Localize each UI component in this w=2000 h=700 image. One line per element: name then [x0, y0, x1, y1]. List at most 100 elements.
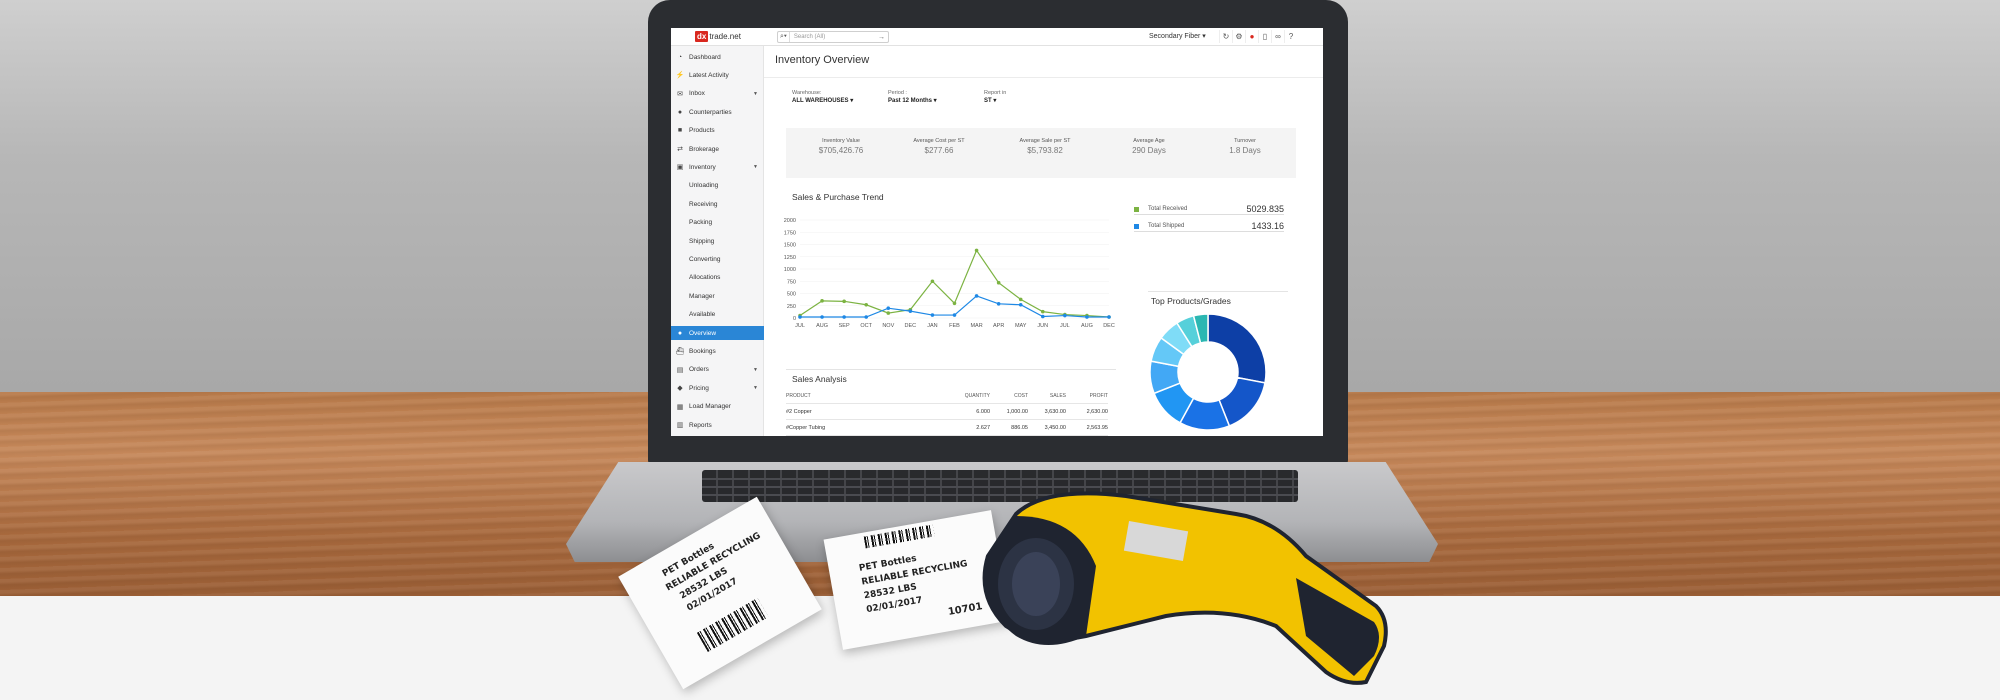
global-search[interactable]: ⌕▾ Search (All) → — [777, 31, 889, 43]
user-icon: ● — [677, 108, 683, 116]
filter-period[interactable]: Period : Past 12 Months ▾ — [888, 90, 937, 104]
data-point — [1085, 315, 1089, 319]
x-tick-label: JAN — [927, 323, 937, 329]
chevron-down-icon[interactable]: ▼ — [753, 385, 758, 391]
sidebar-item-packing[interactable]: Packing — [671, 216, 764, 230]
chevron-down-icon[interactable]: ▼ — [753, 164, 758, 170]
sidebar-item-label: Shipping — [689, 237, 715, 245]
search-go-arrow-icon[interactable]: → — [878, 34, 888, 41]
sidebar-item-receiving[interactable]: Receiving — [671, 197, 764, 211]
refresh-icon[interactable]: ↻ — [1219, 30, 1232, 43]
legend-value: 5029.835 — [1246, 204, 1284, 214]
y-tick-label: 1000 — [784, 267, 796, 273]
notifications-icon[interactable]: ● — [1245, 30, 1258, 43]
data-point — [1040, 314, 1045, 319]
filter-warehouse[interactable]: Warehouse: ALL WAREHOUSES ▾ — [792, 90, 853, 104]
table-cell: 1,000.00 — [1006, 408, 1028, 415]
table-cell: #2 Copper — [786, 408, 812, 415]
filter-value[interactable]: Past 12 Months ▾ — [888, 97, 937, 104]
y-tick-label: 750 — [787, 279, 796, 285]
sidebar-item-label: Allocations — [689, 274, 721, 282]
table-cell: 2.627 — [976, 424, 990, 431]
sidebar-item-converting[interactable]: Converting — [671, 252, 764, 266]
sales-analysis-title: Sales Analysis — [792, 374, 847, 384]
data-point — [908, 309, 913, 313]
inbox-icon: ✉ — [677, 90, 683, 98]
sidebar-item-label: Bookings — [689, 347, 716, 355]
legend-label: Total Shipped — [1148, 223, 1185, 229]
table-header: PRODUCT QUANTITY COST SALES PROFIT — [786, 388, 1108, 404]
page-title: Inventory Overview — [775, 54, 870, 66]
filter-report-unit[interactable]: Report in ST ▾ — [984, 90, 1006, 104]
sidebar-item-inbox[interactable]: ✉ Inbox ▼ — [671, 87, 764, 101]
search-input[interactable]: Search (All) — [790, 34, 878, 40]
table-row[interactable]: #Copper Tubing 2.627 886.05 3,450.00 2,563.9… — [786, 420, 1108, 436]
table-cell: 3,630.00 — [1044, 408, 1066, 415]
x-tick-label: JUL — [795, 323, 805, 329]
y-tick-label: 1750 — [784, 230, 796, 236]
kpi-value: $705,426.76 — [818, 146, 864, 155]
kpi-label: Turnover — [1234, 138, 1256, 144]
sidebar-item-pricing[interactable]: ◆ Pricing ▼ — [671, 381, 764, 395]
column-header[interactable]: SALES — [1028, 393, 1066, 399]
kpi-value: $277.66 — [924, 146, 954, 155]
sidebar-item-bookings[interactable]: ⛴ Bookings — [671, 344, 764, 358]
column-header[interactable]: PROFIT — [1066, 393, 1108, 399]
data-point — [842, 299, 846, 304]
column-header[interactable]: QUANTITY — [952, 393, 990, 399]
gear-icon[interactable]: ⚙ — [1232, 30, 1245, 43]
trash-icon[interactable]: ▯ — [1258, 30, 1271, 43]
data-point — [886, 306, 891, 310]
chart-icon: ▥ — [676, 422, 684, 429]
sidebar-item-orders[interactable]: ▤ Orders ▼ — [671, 363, 764, 377]
x-tick-label: FEB — [949, 323, 960, 329]
sidebar-item-latest-activity[interactable]: ⚡ Latest Activity — [671, 68, 764, 82]
x-tick-label: APR — [993, 323, 1004, 329]
sidebar-item-available[interactable]: Available — [671, 308, 764, 322]
chevron-down-icon[interactable]: ▼ — [753, 91, 758, 97]
filter-value[interactable]: ST ▾ — [984, 97, 1006, 104]
sidebar-item-allocations[interactable]: Allocations — [671, 271, 764, 285]
data-point — [996, 280, 1001, 285]
filter-value[interactable]: ALL WAREHOUSES ▾ — [792, 97, 853, 104]
x-tick-label: AUG — [1081, 323, 1093, 329]
sidebar-nav: ◔ Dashboard ⚡ Latest Activity ✉ Inbox ▼ ● Counte… — [671, 46, 764, 436]
chevron-down-icon[interactable]: ▼ — [753, 367, 758, 373]
donut-slice[interactable] — [1207, 313, 1267, 384]
sidebar-item-label: Converting — [689, 255, 721, 263]
sidebar-item-inventory[interactable]: ▣ Inventory ▼ — [671, 160, 764, 174]
link-icon[interactable]: ∞ — [1271, 30, 1284, 43]
data-point — [1018, 302, 1023, 307]
help-icon[interactable]: ? — [1284, 30, 1297, 43]
sidebar-item-manager[interactable]: Manager — [671, 289, 764, 303]
sidebar-item-load-manager[interactable]: ▦ Load Manager — [671, 400, 764, 414]
sidebar-item-brokerage[interactable]: ⇄ Brokerage — [671, 142, 764, 156]
column-header[interactable]: COST — [990, 393, 1028, 399]
exchange-icon: ⇄ — [677, 146, 683, 153]
table-row[interactable]: #2 Copper 6.000 1,000.00 3,630.00 2,630.00 — [786, 404, 1108, 420]
sidebar-item-overview[interactable]: ● Overview — [671, 326, 764, 340]
data-point — [1107, 315, 1111, 319]
logo-mark: dx — [695, 31, 709, 42]
laptop-screen: dx trade.net ⌕▾ Search (All) → Secondary… — [671, 28, 1323, 436]
search-icon[interactable]: ⌕▾ — [778, 32, 790, 42]
toolbar-icons: ↻ ⚙ ● ▯ ∞ ? — [1219, 30, 1297, 43]
trend-line-chart: 0 250 500 750 1000 1250 1500 1750 2000 JUL AUG SEP O… — [784, 218, 1115, 329]
sidebar-item-reports[interactable]: ▥ Reports — [671, 418, 764, 432]
data-point — [864, 302, 869, 307]
sidebar-item-counterparties[interactable]: ● Counterparties — [671, 105, 764, 119]
filter-label: Report in — [984, 90, 1007, 96]
sidebar-item-dashboard[interactable]: ◔ Dashboard — [671, 50, 764, 64]
table-cell: 2,630.00 — [1086, 408, 1108, 415]
kpi-average-age: Average Age 290 Days — [1104, 138, 1194, 155]
column-header[interactable]: PRODUCT — [786, 393, 952, 399]
app-logo[interactable]: dx trade.net — [695, 30, 741, 43]
data-point — [930, 279, 935, 284]
sidebar-item-unloading[interactable]: Unloading — [671, 179, 764, 193]
sidebar-item-products[interactable]: ■ Products — [671, 124, 764, 138]
x-tick-label: DEC — [1103, 323, 1115, 329]
bolt-icon: ⚡ — [675, 72, 685, 80]
sidebar-item-shipping[interactable]: Shipping — [671, 234, 764, 248]
data-point — [842, 315, 846, 319]
company-selector[interactable]: Secondary Fiber ▾ — [1149, 32, 1206, 40]
